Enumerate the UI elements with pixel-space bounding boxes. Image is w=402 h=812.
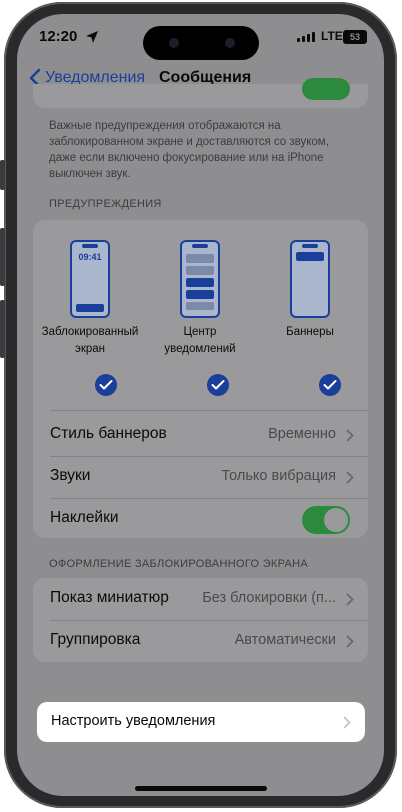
- row-label: Настроить уведомления: [51, 713, 216, 729]
- preview-time: 09:41: [78, 252, 102, 262]
- volume-down-button: [0, 300, 5, 358]
- divider: [50, 410, 368, 411]
- banners-checkmark-icon[interactable]: [319, 374, 341, 396]
- status-time: 12:20: [39, 28, 78, 45]
- style-label-line1: Заблокированный: [41, 326, 139, 338]
- chevron-right-icon: [346, 429, 354, 442]
- lock-screen-preview-icon: 09:41: [70, 240, 110, 318]
- volume-up-button: [0, 228, 5, 286]
- alerts-card: 09:41 Заблокированный экран Центр уведом…: [33, 220, 368, 538]
- location-arrow-icon: [86, 31, 98, 43]
- notification-center-checkmark-icon[interactable]: [207, 374, 229, 396]
- banner-style-row[interactable]: Стиль баннеров Временно: [33, 414, 368, 456]
- home-indicator[interactable]: [135, 786, 267, 791]
- toggle-knob: [324, 508, 348, 532]
- sounds-row[interactable]: Звуки Только вибрация: [33, 456, 368, 498]
- style-label-line1: Баннеры: [286, 326, 334, 338]
- row-value: Только вибрация: [221, 468, 336, 484]
- dynamic-island: [143, 26, 259, 60]
- chevron-right-icon: [346, 593, 354, 606]
- silent-switch: [0, 160, 5, 190]
- row-value: Без блокировки (п...: [202, 590, 336, 606]
- customize-notifications-button[interactable]: Настроить уведомления: [37, 702, 365, 742]
- alert-style-banners[interactable]: Баннеры: [255, 240, 365, 341]
- network-type: LTE: [321, 29, 343, 43]
- alert-style-notification-center[interactable]: Центр уведомлений: [145, 240, 255, 358]
- lock-screen-checkmark-icon[interactable]: [95, 374, 117, 396]
- style-label-line1: Центр: [183, 326, 217, 338]
- row-value: Автоматически: [234, 632, 336, 648]
- lock-screen-section-header: ОФОРМЛЕНИЕ ЗАБЛОКИРОВАННОГО ЭКРАНА: [49, 558, 309, 570]
- critical-alerts-card: [33, 78, 368, 108]
- style-label-line2: уведомлений: [164, 343, 236, 355]
- chevron-right-icon: [343, 716, 351, 729]
- badges-toggle[interactable]: [302, 506, 350, 534]
- screen: 12:20 LTE 53 Уведомления Сообщения Важны…: [17, 14, 384, 796]
- row-label: Наклейки: [50, 509, 119, 526]
- alert-style-lock-screen[interactable]: 09:41 Заблокированный экран: [35, 240, 145, 358]
- chevron-right-icon: [346, 471, 354, 484]
- style-label-line2: экран: [74, 343, 106, 355]
- battery-icon: 53: [343, 30, 367, 44]
- notification-center-preview-icon: [180, 240, 220, 318]
- lock-screen-card: Показ миниатюр Без блокировки (п... Груп…: [33, 578, 368, 662]
- show-previews-row[interactable]: Показ миниатюр Без блокировки (п...: [33, 578, 368, 620]
- alerts-section-header: ПРЕДУПРЕЖДЕНИЯ: [49, 198, 162, 210]
- critical-alerts-footnote: Важные предупреждения отображаются на за…: [49, 120, 329, 180]
- badges-row: Наклейки: [33, 498, 368, 540]
- row-label: Показ миниатюр: [50, 589, 169, 606]
- critical-alerts-toggle[interactable]: [302, 78, 350, 100]
- grouping-row[interactable]: Группировка Автоматически: [33, 620, 368, 662]
- chevron-right-icon: [346, 635, 354, 648]
- face-id-sensor-icon: [169, 38, 179, 48]
- row-label: Стиль баннеров: [50, 425, 167, 442]
- row-label: Звуки: [50, 467, 91, 484]
- front-camera-icon: [225, 38, 235, 48]
- row-value: Временно: [268, 426, 336, 442]
- row-label: Группировка: [50, 631, 141, 648]
- status-bar: 12:20 LTE 53: [17, 14, 384, 60]
- banners-preview-icon: [290, 240, 330, 318]
- signal-strength-icon: [297, 32, 315, 42]
